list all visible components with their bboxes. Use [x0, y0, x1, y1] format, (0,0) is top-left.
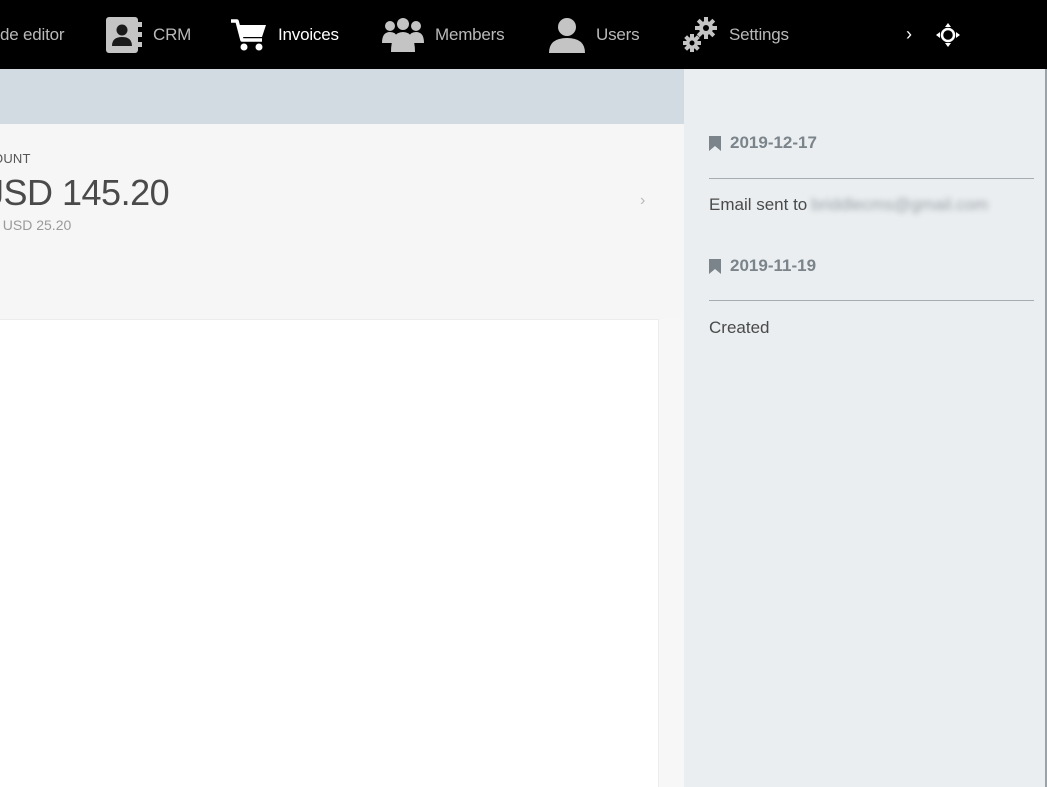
nav-label-members: Members: [435, 24, 505, 44]
chevron-right-icon: ›: [906, 24, 912, 44]
gears-icon: [681, 16, 719, 54]
nav-label-settings: Settings: [729, 24, 789, 44]
timeline-event-text: Created: [709, 318, 769, 338]
timeline-date-label: 2019-11-19: [730, 256, 817, 275]
timeline-date: 2019-11-19: [709, 256, 816, 276]
timeline-event-text: Email sent to briddlecms@gmail.com: [709, 195, 988, 215]
nav-label-users: Users: [596, 24, 640, 44]
timeline-date: 2019-12-17: [709, 133, 817, 153]
timeline-divider: [709, 178, 1034, 179]
nav-item-settings[interactable]: Settings: [681, 0, 789, 69]
nav-item-invoices[interactable]: Invoices: [230, 0, 339, 69]
nav-item-members[interactable]: Members: [381, 0, 505, 69]
move-crosshair-icon: [935, 22, 961, 48]
invoice-summary[interactable]: MOUNT JSD 145.20 x: USD 25.20 ›: [0, 124, 684, 319]
amount-caption: MOUNT: [0, 151, 31, 166]
header-band: [0, 69, 684, 124]
nav-label-invoices: Invoices: [278, 24, 339, 44]
nav-label-crm: CRM: [153, 24, 192, 44]
user-icon: [548, 16, 586, 54]
invoice-content-card: [0, 319, 659, 787]
invoice-main-panel: MOUNT JSD 145.20 x: USD 25.20 ›: [0, 69, 684, 787]
chevron-right-icon[interactable]: ›: [640, 192, 645, 210]
nav-label-code-editor: de editor: [0, 24, 65, 44]
redacted-email: briddlecms@gmail.com: [811, 195, 989, 214]
timeline-date-label: 2019-12-17: [730, 133, 817, 152]
activity-sidebar: 2019-12-17 Email sent to briddlecms@gmail…: [684, 69, 1047, 787]
bookmark-icon: [709, 258, 721, 274]
shopping-cart-icon: [230, 18, 268, 52]
bookmark-icon: [709, 135, 721, 151]
timeline-divider: [709, 300, 1034, 301]
group-icon: [381, 17, 425, 53]
nav-item-users[interactable]: Users: [548, 0, 640, 69]
contact-book-icon: [105, 16, 143, 54]
amount-value: JSD 145.20: [0, 172, 170, 213]
nav-item-code-editor[interactable]: de editor: [0, 0, 65, 69]
amount-tax: x: USD 25.20: [0, 217, 72, 233]
move-crosshair-button[interactable]: [935, 0, 971, 69]
nav-more-button[interactable]: ›: [906, 0, 912, 69]
timeline-event-label: Created: [709, 318, 770, 337]
nav-item-crm[interactable]: CRM: [105, 0, 191, 69]
timeline-event-label: Email sent to: [709, 195, 808, 214]
top-navigation: de editor CRM Invoices Members Users Set…: [0, 0, 1047, 69]
